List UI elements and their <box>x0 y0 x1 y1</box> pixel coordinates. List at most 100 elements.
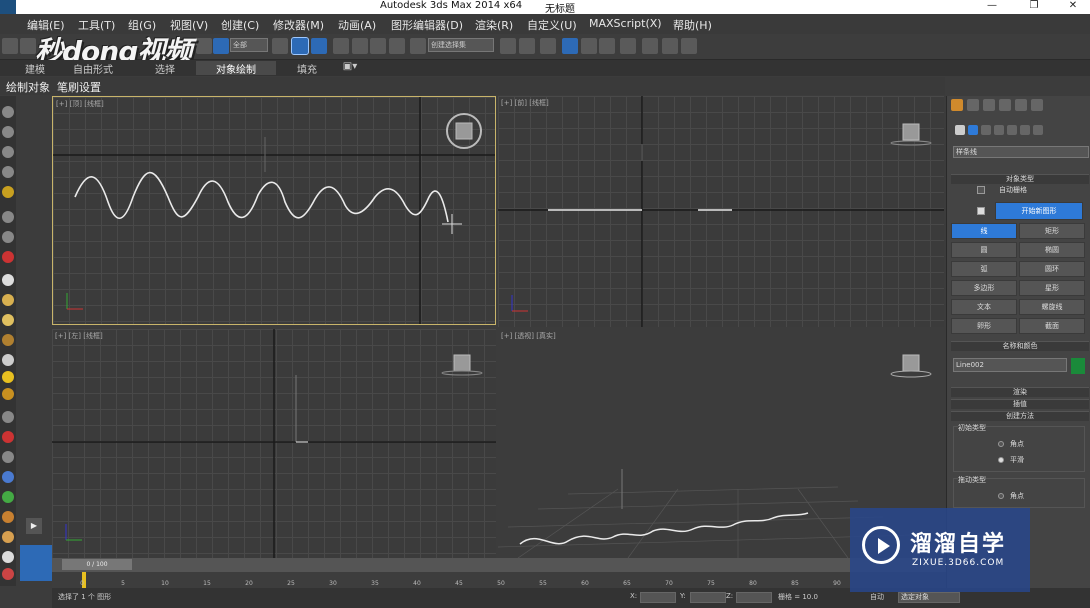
autogrid-checkbox[interactable] <box>977 186 985 194</box>
rendering-header[interactable]: 渲染 <box>951 387 1089 397</box>
menu-graph-editors[interactable]: 图形编辑器(D) <box>391 17 463 33</box>
section-button[interactable]: 截面 <box>1019 318 1085 334</box>
layer-manager-icon[interactable] <box>540 38 556 54</box>
creation-method-header[interactable]: 创建方法 <box>951 411 1089 421</box>
tool-icon-3[interactable] <box>2 146 14 158</box>
helpers-icon[interactable] <box>1007 125 1017 135</box>
tool-icon-22[interactable] <box>2 531 14 543</box>
maximize-button[interactable]: ❐ <box>1027 0 1041 11</box>
cameras-icon[interactable] <box>994 125 1004 135</box>
tool-icon-4[interactable] <box>2 166 14 178</box>
arc-button[interactable]: 弧 <box>951 261 1017 277</box>
mirror-icon[interactable] <box>500 38 516 54</box>
viewport-top[interactable]: [+] [顶] [线框] <box>52 96 496 325</box>
z-coordinate-field[interactable] <box>736 592 772 603</box>
tool-icon-9[interactable] <box>2 274 14 286</box>
viewport-front[interactable]: [+] [前] [线框] <box>498 96 944 327</box>
app-icon[interactable] <box>0 0 16 14</box>
paint-objects-button[interactable]: 绘制对象 <box>6 79 50 95</box>
modify-tab-icon[interactable] <box>967 99 979 111</box>
lights-icon[interactable] <box>981 125 991 135</box>
ngon-button[interactable]: 多边形 <box>951 280 1017 296</box>
render-icon[interactable] <box>681 38 697 54</box>
select-object-icon[interactable] <box>213 38 229 54</box>
tool-icon-5[interactable] <box>2 186 14 198</box>
utilities-tab-icon[interactable] <box>1031 99 1043 111</box>
rectangle-button[interactable]: 矩形 <box>1019 223 1085 239</box>
close-button[interactable]: ✕ <box>1066 0 1080 11</box>
ribbon-options-icon[interactable]: ▣▾ <box>335 61 365 75</box>
material-editor-icon[interactable] <box>620 38 636 54</box>
selection-filter-dropdown[interactable]: 全部 <box>230 38 268 52</box>
create-tab-icon[interactable] <box>951 99 963 111</box>
angle-snap-icon[interactable] <box>352 38 368 54</box>
bind-spacewarp-icon[interactable] <box>196 38 212 54</box>
selection-set-dropdown[interactable]: 选定对象 <box>898 592 960 603</box>
viewport-layout-button[interactable] <box>20 545 52 581</box>
track-bar[interactable]: 0 5 10 15 20 25 30 35 40 45 50 55 60 65 … <box>52 572 850 588</box>
tool-icon-20[interactable] <box>2 491 14 503</box>
time-slider[interactable]: 0 / 100 <box>52 558 946 572</box>
brush-settings-button[interactable]: 笔刷设置 <box>57 79 101 95</box>
tool-icon-15[interactable] <box>2 388 14 400</box>
category-dropdown[interactable]: 样条线 <box>953 146 1089 158</box>
tool-icon-10[interactable] <box>2 294 14 306</box>
spinner-snap-icon[interactable] <box>389 38 405 54</box>
unlink-icon[interactable] <box>20 38 36 54</box>
tool-icon-12[interactable] <box>2 334 14 346</box>
select-move-icon[interactable] <box>291 37 309 55</box>
tool-icon-23[interactable] <box>2 551 14 563</box>
name-color-header[interactable]: 名称和颜色 <box>951 341 1089 351</box>
edit-named-selection-icon[interactable] <box>410 38 426 54</box>
shapes-icon[interactable] <box>968 125 978 135</box>
snaps-toggle-icon[interactable] <box>333 38 349 54</box>
object-type-header[interactable]: 对象类型 <box>951 174 1089 184</box>
object-name-field[interactable]: Line002 <box>953 358 1067 372</box>
initial-smooth-radio[interactable] <box>998 457 1004 463</box>
egg-button[interactable]: 卵形 <box>951 318 1017 334</box>
tool-icon-16[interactable] <box>2 411 14 423</box>
line-button[interactable]: 线 <box>951 223 1017 239</box>
ellipse-button[interactable]: 椭圆 <box>1019 242 1085 258</box>
geometry-icon[interactable] <box>955 125 965 135</box>
object-color-swatch[interactable] <box>1071 358 1085 374</box>
tab-populate[interactable]: 填充 <box>272 61 342 76</box>
viewport-left[interactable]: [+] [左] [线框] <box>52 329 496 558</box>
display-tab-icon[interactable] <box>1015 99 1027 111</box>
start-new-shape-checkbox[interactable] <box>977 207 985 215</box>
menu-customize[interactable]: 自定义(U) <box>527 17 577 33</box>
menu-modifiers[interactable]: 修改器(M) <box>273 17 324 33</box>
tool-icon-6[interactable] <box>2 211 14 223</box>
tab-object-paint[interactable]: 对象绘制 <box>196 61 276 76</box>
menu-create[interactable]: 创建(C) <box>221 17 259 33</box>
tool-icon-17[interactable] <box>2 431 14 443</box>
menu-maxscript[interactable]: MAXScript(X) <box>589 17 662 30</box>
menu-help[interactable]: 帮助(H) <box>673 17 712 33</box>
x-coordinate-field[interactable] <box>640 592 676 603</box>
start-new-shape-button[interactable]: 开始新图形 <box>995 202 1083 220</box>
ribbon-toggle-icon[interactable] <box>562 38 578 54</box>
tool-icon-14[interactable] <box>2 371 14 383</box>
menu-rendering[interactable]: 渲染(R) <box>475 17 513 33</box>
star-button[interactable]: 星形 <box>1019 280 1085 296</box>
time-slider-handle[interactable]: 0 / 100 <box>62 559 132 570</box>
schematic-view-icon[interactable] <box>599 38 615 54</box>
spacewarps-icon[interactable] <box>1020 125 1030 135</box>
rendered-frame-icon[interactable] <box>662 38 678 54</box>
render-setup-icon[interactable] <box>642 38 658 54</box>
circle-button[interactable]: 圆 <box>951 242 1017 258</box>
tool-icon-18[interactable] <box>2 451 14 463</box>
minimize-button[interactable]: — <box>985 0 999 11</box>
curve-editor-icon[interactable] <box>581 38 597 54</box>
named-selection-dropdown[interactable]: 创建选择集 <box>428 38 494 52</box>
select-rotate-icon[interactable] <box>311 38 327 54</box>
text-button[interactable]: 文本 <box>951 299 1017 315</box>
tool-icon-21[interactable] <box>2 511 14 523</box>
interpolation-header[interactable]: 插值 <box>951 399 1089 409</box>
menu-animation[interactable]: 动画(A) <box>338 17 376 33</box>
percent-snap-icon[interactable] <box>370 38 386 54</box>
tab-selection[interactable]: 选择 <box>130 61 200 76</box>
motion-tab-icon[interactable] <box>999 99 1011 111</box>
donut-button[interactable]: 圆环 <box>1019 261 1085 277</box>
systems-icon[interactable] <box>1033 125 1043 135</box>
